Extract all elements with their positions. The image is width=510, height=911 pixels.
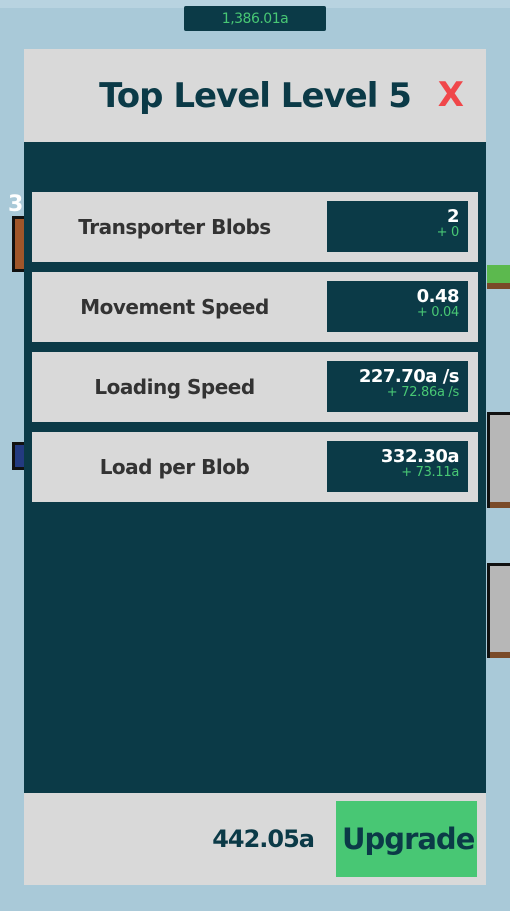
upgrade-dialog: Top Level Level 5 X Transporter Blobs 2 … (24, 49, 486, 885)
stat-value-box: 227.70a /s + 72.86a /s (327, 361, 468, 412)
dialog-title: Top Level Level 5 (99, 75, 412, 116)
stat-row-transporter-blobs: Transporter Blobs 2 + 0 (32, 192, 478, 262)
stat-value-box: 0.48 + 0.04 (327, 281, 468, 332)
stat-value: 2 (446, 206, 460, 227)
bg-grass-tile (487, 265, 510, 289)
stat-value-box: 332.30a + 73.11a (327, 441, 468, 492)
stat-increment: + 0.04 (416, 305, 459, 320)
bg-rock-tile (487, 412, 510, 508)
stat-increment: + 0 (436, 225, 460, 240)
stat-label: Movement Speed (80, 295, 269, 319)
bg-rock-tile (487, 563, 510, 658)
stat-value: 227.70a /s (358, 366, 460, 387)
stat-row-movement-speed: Movement Speed 0.48 + 0.04 (32, 272, 478, 342)
stat-increment: + 72.86a /s (386, 385, 460, 400)
stat-value: 332.30a (380, 446, 460, 467)
stat-value-box: 2 + 0 (327, 201, 468, 252)
upgrade-cost: 442.05a (212, 825, 315, 853)
stat-row-load-per-blob: Load per Blob 332.30a + 73.11a (32, 432, 478, 502)
upgrade-button[interactable]: Upgrade (336, 801, 477, 877)
stat-increment: + 73.11a (401, 465, 459, 480)
dialog-header: Top Level Level 5 X (24, 49, 486, 142)
stat-label: Transporter Blobs (78, 215, 271, 239)
bg-level-number: 3 (8, 192, 24, 217)
close-button[interactable]: X (438, 75, 464, 115)
stat-label: Load per Blob (99, 455, 250, 479)
stat-value: 0.48 (416, 286, 460, 307)
stat-row-loading-speed: Loading Speed 227.70a /s + 72.86a /s (32, 352, 478, 422)
currency-display: 1,386.01a (184, 6, 326, 31)
dialog-footer: 442.05a Upgrade (24, 793, 486, 885)
stat-label: Loading Speed (94, 375, 255, 399)
